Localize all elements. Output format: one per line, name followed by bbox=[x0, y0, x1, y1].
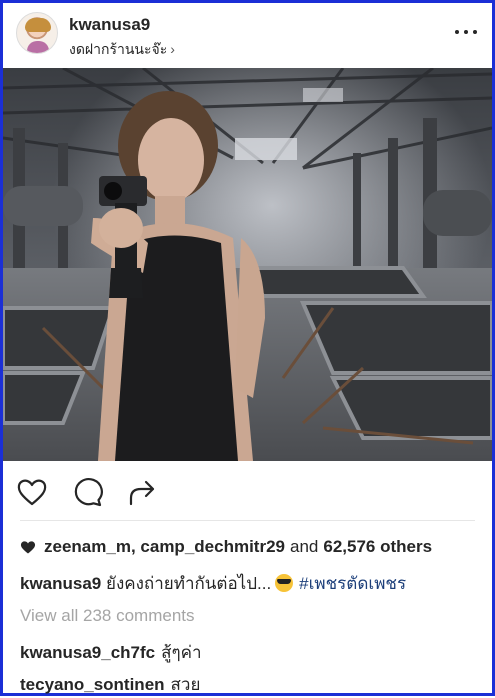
avatar-body bbox=[27, 41, 49, 53]
more-dot bbox=[464, 30, 468, 34]
view-all-comments-link[interactable]: View all 238 comments bbox=[20, 606, 195, 626]
post-photo[interactable] bbox=[3, 68, 492, 461]
post-header: kwanusa9 งดฝากร้านนะจ๊ะ › bbox=[3, 3, 492, 65]
post-actions bbox=[3, 470, 492, 514]
location-text: งดฝากร้านนะจ๊ะ bbox=[69, 41, 168, 57]
actions-divider bbox=[20, 520, 475, 521]
heart-filled-icon bbox=[20, 541, 36, 554]
sunglasses-emoji-icon bbox=[275, 574, 294, 592]
heart-outline-svg bbox=[17, 479, 47, 506]
comment-bubble-icon[interactable] bbox=[71, 476, 103, 508]
more-dot bbox=[455, 30, 459, 34]
likes-others[interactable]: 62,576 others bbox=[323, 537, 432, 557]
likes-and: and bbox=[289, 537, 319, 556]
comment-text: สู้ๆค่า bbox=[161, 643, 202, 662]
post-username[interactable]: kwanusa9 bbox=[69, 15, 150, 35]
share-arrow-icon[interactable] bbox=[127, 476, 159, 508]
likes-row[interactable]: zeenam_m, camp_dechmitr29 and 62,576 oth… bbox=[20, 536, 432, 558]
caption-text: ยังคงถ่ายทำกันต่อไป... bbox=[106, 574, 272, 593]
liker-name[interactable]: zeenam_m bbox=[44, 537, 131, 557]
post-location[interactable]: งดฝากร้านนะจ๊ะ › bbox=[69, 39, 175, 61]
comment-bubble-svg bbox=[74, 478, 103, 507]
photo-scene bbox=[3, 68, 492, 461]
profile-avatar[interactable] bbox=[16, 12, 58, 54]
likes-separator: , bbox=[130, 537, 136, 556]
caption-username[interactable]: kwanusa9 bbox=[20, 574, 101, 593]
share-arrow-svg bbox=[129, 480, 155, 506]
comment-username[interactable]: tecyano_sontinen bbox=[20, 675, 165, 694]
heart-outline-icon[interactable] bbox=[16, 476, 48, 508]
comment-text: สวย bbox=[170, 675, 201, 694]
post-caption: kwanusa9 ยังคงถ่ายทำกันต่อไป... #เพชรตัดเ… bbox=[20, 570, 406, 597]
comment-item: tecyano_sontinen สวย bbox=[20, 671, 200, 698]
caption-hashtag[interactable]: #เพชรตัดเพชร bbox=[299, 574, 406, 593]
more-dot bbox=[473, 30, 477, 34]
comment-username[interactable]: kwanusa9_ch7fc bbox=[20, 643, 155, 662]
liker-name[interactable]: camp_dechmitr29 bbox=[140, 537, 285, 557]
comment-item: kwanusa9_ch7fc สู้ๆค่า bbox=[20, 639, 202, 666]
chevron-right-icon: › bbox=[170, 41, 175, 57]
more-horizontal-icon[interactable] bbox=[455, 26, 477, 38]
avatar-hair bbox=[25, 18, 51, 32]
